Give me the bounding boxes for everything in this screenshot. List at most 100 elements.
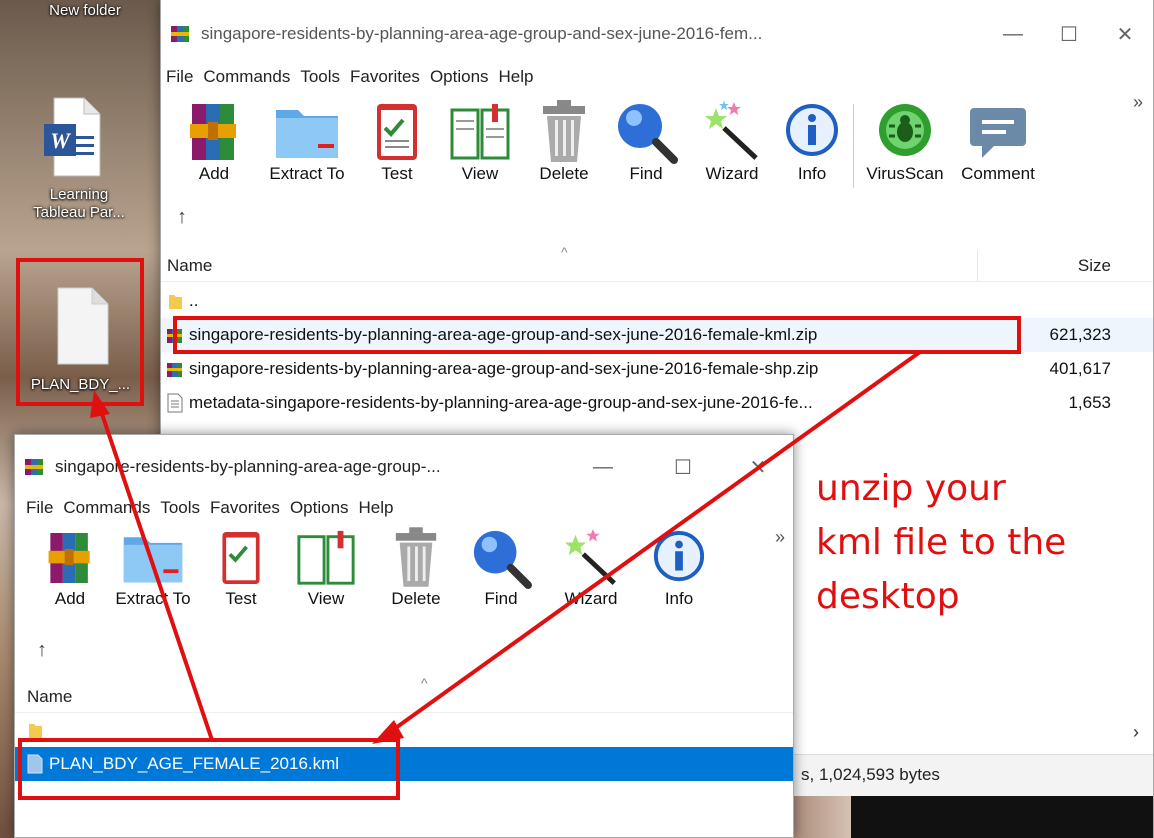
kml-file-icon <box>27 754 43 774</box>
kml-zip-filename: singapore-residents-by-planning-area-age… <box>189 325 818 344</box>
scroll-right-chevron-icon[interactable]: › <box>1133 722 1139 743</box>
find-button[interactable]: Find <box>461 527 541 623</box>
wand-icon <box>705 100 758 160</box>
inner-menubar: File Commands Tools Favorites Options He… <box>21 495 793 521</box>
taskbar-photo <box>791 796 851 838</box>
comment-button[interactable]: Comment <box>950 100 1046 196</box>
close-button[interactable]: ✕ <box>1097 14 1153 54</box>
shp-zip-filename: singapore-residents-by-planning-area-age… <box>189 359 819 378</box>
menu-help[interactable]: Help <box>354 498 399 518</box>
test-clipboard-icon <box>222 532 260 584</box>
find-label: Find <box>629 164 663 183</box>
menu-commands[interactable]: Commands <box>58 498 155 518</box>
extract-to-label: Extract To <box>115 589 191 608</box>
name-column-header[interactable]: Name <box>167 256 212 276</box>
desktop-folder-label[interactable]: New folder <box>30 2 140 20</box>
test-clipboard-icon <box>377 104 417 160</box>
view-button[interactable]: View <box>281 527 371 623</box>
column-divider <box>977 250 978 282</box>
inner-toolbar: Add Extract To Test View Delete Find Wiz… <box>35 527 793 623</box>
list-item-parent[interactable] <box>15 713 793 747</box>
main-titlebar: singapore-residents-by-planning-area-age… <box>161 14 1153 54</box>
info-button[interactable]: Info <box>777 100 847 196</box>
word-doc-label: Learning Tableau Par... <box>33 186 125 221</box>
add-label: Add <box>54 589 86 608</box>
name-column-header[interactable]: Name <box>27 687 72 707</box>
info-label: Info <box>797 164 827 183</box>
wizard-label: Wizard <box>564 589 618 608</box>
find-button[interactable]: Find <box>605 100 687 196</box>
trash-icon <box>395 527 437 587</box>
inner-archive-window: singapore-residents-by-planning-area-age… <box>14 434 794 838</box>
toolbar-overflow-chevron-icon[interactable]: » <box>775 527 785 548</box>
inner-minimize-button[interactable]: — <box>563 447 643 487</box>
wizard-label: Wizard <box>705 164 759 183</box>
add-label: Add <box>198 164 230 183</box>
menu-favorites[interactable]: Favorites <box>345 67 425 87</box>
delete-button[interactable]: Delete <box>371 527 461 623</box>
extract-folder-icon <box>123 537 183 583</box>
inner-window-title: singapore-residents-by-planning-area-age… <box>55 457 441 476</box>
view-button[interactable]: View <box>437 100 523 196</box>
annotation-line-2: kml file to the <box>816 522 1067 563</box>
info-icon <box>653 531 705 582</box>
up-arrow-icon[interactable]: ↑ <box>177 206 187 229</box>
info-label: Info <box>664 589 694 608</box>
toolbar-overflow-chevron-icon[interactable]: » <box>1133 92 1143 113</box>
add-button[interactable]: Add <box>171 100 257 196</box>
virusscan-label: VirusScan <box>866 164 944 183</box>
sort-caret-icon: ^ <box>561 244 568 260</box>
info-button[interactable]: Info <box>641 527 717 623</box>
minimize-button[interactable]: — <box>985 14 1041 54</box>
list-item-kml-zip[interactable]: singapore-residents-by-planning-area-age… <box>161 318 1153 352</box>
add-icon <box>48 533 90 583</box>
list-item-metadata[interactable]: metadata-singapore-residents-by-planning… <box>161 386 1153 420</box>
list-item-parent[interactable]: .. <box>161 284 1153 318</box>
metadata-size: 1,653 <box>1068 393 1111 412</box>
winrar-app-icon <box>25 459 43 475</box>
virusscan-bug-icon <box>879 104 931 156</box>
main-list-header: Name ^ Size <box>161 244 1153 282</box>
menu-file[interactable]: File <box>161 67 198 87</box>
menu-favorites[interactable]: Favorites <box>205 498 285 518</box>
menu-options[interactable]: Options <box>285 498 354 518</box>
parent-folder-icon <box>29 724 42 738</box>
sort-caret-icon: ^ <box>421 675 428 691</box>
wizard-button[interactable]: Wizard <box>687 100 777 196</box>
menu-commands[interactable]: Commands <box>198 67 295 87</box>
winrar-app-icon <box>171 26 189 42</box>
kml-file-desktop-label: PLAN_BDY_... <box>30 376 131 393</box>
view-label: View <box>307 589 345 608</box>
menu-options[interactable]: Options <box>425 67 494 87</box>
word-doc-icon[interactable]: W <box>40 96 106 178</box>
inner-close-button[interactable]: ✕ <box>723 447 793 487</box>
maximize-button[interactable]: ☐ <box>1041 14 1097 54</box>
test-button[interactable]: Test <box>357 100 437 196</box>
menu-help[interactable]: Help <box>494 67 539 87</box>
extract-folder-icon <box>276 110 338 158</box>
inner-maximize-button[interactable]: ☐ <box>643 447 723 487</box>
menu-tools[interactable]: Tools <box>295 67 345 87</box>
size-column-header[interactable]: Size <box>1078 256 1111 276</box>
menu-file[interactable]: File <box>21 498 58 518</box>
add-button[interactable]: Add <box>35 527 105 623</box>
list-item-shp-zip[interactable]: singapore-residents-by-planning-area-age… <box>161 352 1153 386</box>
trash-icon <box>543 100 585 162</box>
test-label: Test <box>225 589 257 608</box>
menu-tools[interactable]: Tools <box>155 498 205 518</box>
extract-to-button[interactable]: Extract To <box>257 100 357 196</box>
delete-button[interactable]: Delete <box>523 100 605 196</box>
main-window-title: singapore-residents-by-planning-area-age… <box>201 24 763 43</box>
annotation-line-1: unzip your <box>816 468 1006 509</box>
rar-archive-icon <box>167 329 182 343</box>
up-arrow-icon[interactable]: ↑ <box>37 639 47 662</box>
virusscan-button[interactable]: VirusScan <box>860 100 950 196</box>
extract-to-button[interactable]: Extract To <box>105 527 201 623</box>
view-label: View <box>461 164 499 183</box>
test-button[interactable]: Test <box>201 527 281 623</box>
list-item-kml-file[interactable]: PLAN_BDY_AGE_FEMALE_2016.kml <box>15 747 793 781</box>
rar-archive-icon <box>167 363 182 377</box>
wizard-button[interactable]: Wizard <box>541 527 641 623</box>
extract-to-label: Extract To <box>269 164 345 183</box>
kml-file-desktop-icon[interactable] <box>52 286 112 366</box>
